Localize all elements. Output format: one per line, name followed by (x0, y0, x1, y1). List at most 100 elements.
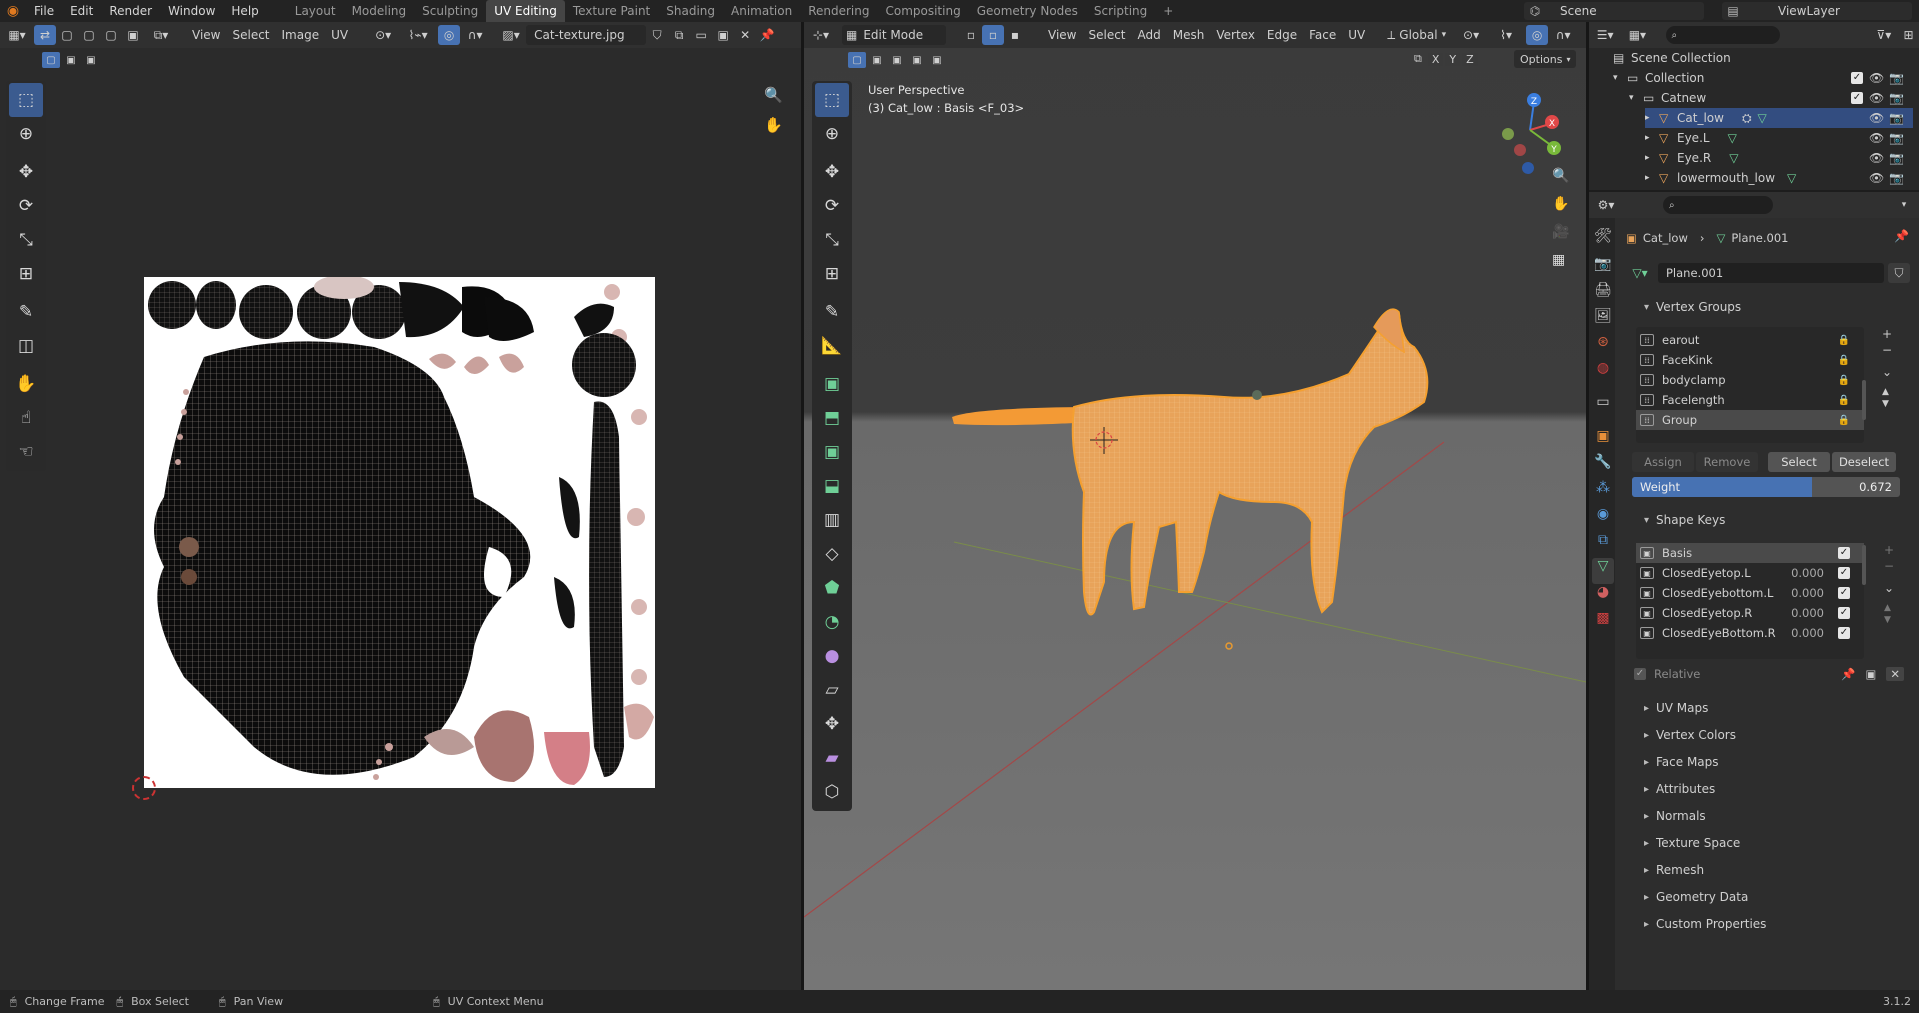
normals-section[interactable]: ▸ Normals (1628, 805, 1904, 827)
outliner-search-input[interactable]: ⌕ (1665, 26, 1780, 44)
shape-key-scrollbar[interactable] (1862, 545, 1866, 585)
properties-options-icon[interactable]: ▾ (1893, 195, 1915, 215)
rotate-tool-icon[interactable]: ⟳ (9, 189, 43, 223)
uv-editor[interactable]: ▦▾ ⇄ ▢ ▢ ▢ ▣ ⧉▾ View Select Image UV ⊙▾ … (0, 22, 801, 990)
shape-key-down-icon[interactable]: ▼ (1884, 615, 1894, 625)
fake-user-icon[interactable]: ⛉ (646, 25, 668, 45)
collection-camera-icon[interactable]: 📷 (1889, 71, 1904, 85)
shape-key-clear-icon[interactable]: ✕ (1886, 667, 1904, 681)
scene-selector[interactable]: ⌬ Scene (1524, 2, 1704, 20)
lock-icon[interactable]: 🔒 (1838, 415, 1850, 426)
particles-tab-icon[interactable]: ⁂ (1596, 480, 1610, 506)
assign-button[interactable]: Assign (1632, 452, 1694, 472)
lock-icon[interactable]: 🔒 (1838, 375, 1850, 386)
outliner-row-cat-low[interactable]: ▸ ▽ Cat_low ⛭ ▽ 👁 📷 (1645, 108, 1913, 128)
select-subtract-icon[interactable]: ▣ (82, 52, 100, 68)
shape-key-specials-icon[interactable]: ⌄ (1884, 581, 1894, 595)
tab-compositing[interactable]: Compositing (877, 0, 968, 22)
transform-tool-icon[interactable]: ⊞ (9, 257, 43, 291)
select-extend-icon[interactable]: ▣ (62, 52, 80, 68)
eye-l-eye-icon[interactable]: 👁 (1869, 131, 1884, 145)
view-layer-tab-icon[interactable]: 🖼 (1594, 308, 1612, 334)
lock-icon[interactable]: 🔒 (1838, 355, 1850, 366)
face-maps-section[interactable]: ▸ Face Maps (1628, 751, 1904, 773)
snap-icon[interactable]: ⌇⌁▾ (398, 25, 438, 45)
tab-modeling[interactable]: Modeling (344, 0, 415, 22)
texture-tab-icon[interactable]: ▩ (1596, 610, 1609, 636)
unlink-image-icon[interactable]: ✕ (734, 25, 756, 45)
physics-tab-icon[interactable]: ◉ (1597, 506, 1609, 532)
catnew-camera-icon[interactable]: 📷 (1889, 91, 1904, 105)
open-image-icon[interactable]: ▭ (690, 25, 712, 45)
fake-user-shield-icon[interactable]: ⛉ (1888, 263, 1910, 283)
tab-uv-editing[interactable]: UV Editing (486, 0, 565, 22)
add-shape-key-icon[interactable]: + (1884, 543, 1894, 557)
outliner-editor-type-icon[interactable]: ☰▾ (1589, 25, 1621, 45)
custom-properties-section[interactable]: ▸ Custom Properties (1628, 913, 1904, 935)
shape-key-checkbox[interactable]: ✓ (1838, 567, 1850, 579)
properties-search-input[interactable]: ⌕ (1663, 196, 1773, 214)
annotate-tool-icon[interactable]: ✎ (9, 295, 43, 329)
view-layer-selector[interactable]: ▤ ViewLayer (1722, 2, 1912, 20)
vertex-group-list-scrollbar[interactable] (1862, 380, 1866, 420)
uv-texture-image[interactable] (144, 277, 655, 788)
menu-help[interactable]: Help (223, 0, 266, 22)
pinch-tool-icon[interactable]: ☜ (9, 435, 43, 469)
object-tab-icon[interactable]: ▣ (1596, 428, 1609, 454)
shape-key-checkbox[interactable]: ✓ (1838, 547, 1850, 559)
3d-viewport[interactable]: ⊹▾ ▦ Edit Mode ▫ ▫ ▪ View Select Add Mes… (804, 22, 1586, 990)
island-select-icon[interactable]: ▣ (122, 25, 144, 45)
tab-rendering[interactable]: Rendering (800, 0, 877, 22)
tab-shading[interactable]: Shading (658, 0, 723, 22)
collection-tab-icon[interactable]: ▭ (1596, 394, 1609, 428)
shape-key-checkbox[interactable]: ✓ (1838, 627, 1850, 639)
vertex-group-item[interactable]: ⁞⁞ earout 🔒 (1636, 330, 1864, 350)
vertex-group-specials-icon[interactable]: ⌄ (1882, 365, 1892, 379)
select-new-icon[interactable]: ▢ (42, 52, 60, 68)
move-tool-icon[interactable]: ✥ (9, 155, 43, 189)
uv-menu-select[interactable]: Select (226, 25, 275, 45)
remove-shape-key-icon[interactable]: − (1884, 559, 1894, 573)
data-tab-icon[interactable]: ▽ (1592, 558, 1614, 584)
menu-render[interactable]: Render (101, 0, 160, 22)
remesh-section[interactable]: ▸ Remesh (1628, 859, 1904, 881)
vertex-select-icon[interactable]: ▢ (56, 25, 78, 45)
shape-key-value[interactable]: 0.000 (1791, 626, 1824, 640)
menu-file[interactable]: File (26, 0, 62, 22)
catnew-eye-icon[interactable]: 👁 (1869, 91, 1884, 105)
shape-keys-header[interactable]: ▾ Shape Keys (1628, 509, 1904, 531)
outliner-row-eye-r[interactable]: ▸ ▽ Eye.R ▽ 👁 📷 (1645, 148, 1913, 168)
output-tab-icon[interactable]: 🖨 (1594, 282, 1612, 308)
shape-key-item[interactable]: ▣ ClosedEyebottom.L 0.000 ✓ (1636, 583, 1864, 603)
tab-animation[interactable]: Animation (723, 0, 800, 22)
render-tab-icon[interactable]: 📷 (1594, 256, 1611, 282)
properties-editor-type-icon[interactable]: ⚙▾ (1589, 195, 1623, 215)
shape-key-item-active[interactable]: ▣ Basis ✓ (1636, 543, 1864, 563)
tool-tab-icon[interactable]: 🛠 (1594, 228, 1612, 256)
mesh-browse-icon[interactable]: ▽▾ (1626, 263, 1654, 283)
pan-hand-icon[interactable]: ✋ (764, 116, 783, 134)
outliner-row-scene-collection[interactable]: ▤ Scene Collection (1613, 48, 1913, 68)
attributes-section[interactable]: ▸ Attributes (1628, 778, 1904, 800)
display-mode-icon[interactable]: ▦▾ (1621, 25, 1653, 45)
relax-tool-icon[interactable]: ☝ (9, 401, 43, 435)
add-workspace-icon[interactable]: + (1155, 0, 1181, 22)
collection-checkbox[interactable]: ✓ (1851, 72, 1863, 84)
vertex-groups-header[interactable]: ▾ Vertex Groups (1628, 296, 1904, 318)
face-select-icon[interactable]: ▢ (100, 25, 122, 45)
uv-menu-image[interactable]: Image (276, 25, 326, 45)
catnew-checkbox[interactable]: ✓ (1851, 92, 1863, 104)
material-tab-icon[interactable]: ◕ (1597, 584, 1609, 610)
grab-tool-icon[interactable]: ✋ (9, 367, 43, 401)
eye-l-camera-icon[interactable]: 📷 (1889, 131, 1904, 145)
collection-eye-icon[interactable]: 👁 (1869, 71, 1884, 85)
modifier-tab-icon[interactable]: 🔧 (1594, 454, 1611, 480)
new-collection-icon[interactable]: ⊞ (1898, 25, 1919, 45)
zoom-icon[interactable]: 🔍 (764, 86, 783, 104)
deselect-button[interactable]: Deselect (1832, 452, 1896, 472)
tab-scripting[interactable]: Scripting (1086, 0, 1155, 22)
tab-sculpting[interactable]: Sculpting (414, 0, 486, 22)
vertex-group-list[interactable]: ⁞⁞ earout 🔒 ⁞⁞ FaceKink 🔒 ⁞⁞ bodyclamp 🔒 ⁞⁞ Fac… (1636, 327, 1864, 443)
remove-vertex-group-icon[interactable]: − (1882, 343, 1892, 357)
image-name-field[interactable]: Cat-texture.jpg (526, 25, 647, 45)
